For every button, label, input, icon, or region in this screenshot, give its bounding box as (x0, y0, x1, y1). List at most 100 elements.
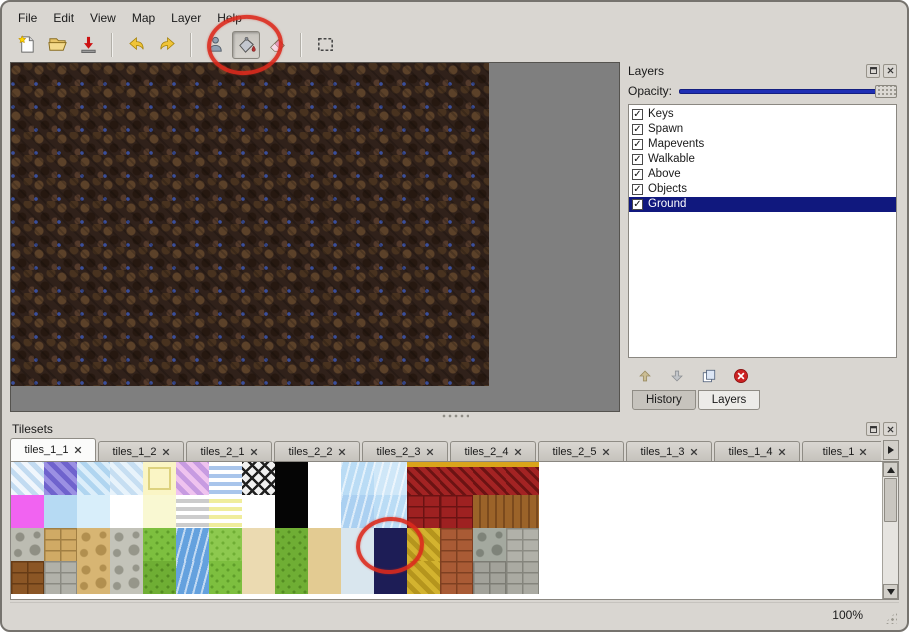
tileset-tile[interactable] (473, 528, 506, 561)
close-tab-icon[interactable] (74, 446, 82, 454)
layer-row-ground[interactable]: ✓Ground (629, 197, 896, 212)
lower-layer-button[interactable] (668, 367, 686, 385)
tileset-tile[interactable] (11, 462, 44, 495)
tileset-tile[interactable] (374, 462, 407, 495)
tileset-tile[interactable] (275, 561, 308, 594)
layer-visibility-checkbox[interactable]: ✓ (632, 154, 643, 165)
scrollbar-track[interactable] (883, 523, 898, 584)
tileset-tile[interactable] (11, 561, 44, 594)
layer-visibility-checkbox[interactable]: ✓ (632, 184, 643, 195)
menu-item-help[interactable]: Help (209, 9, 250, 27)
tileset-tile[interactable] (77, 528, 110, 561)
layer-visibility-checkbox[interactable]: ✓ (632, 169, 643, 180)
tileset-tile[interactable] (143, 462, 176, 495)
layer-row-walkable[interactable]: ✓Walkable (629, 152, 896, 167)
tileset-tile[interactable] (374, 528, 407, 561)
horizontal-splitter[interactable] (10, 412, 899, 420)
select-rect-button[interactable] (311, 31, 339, 59)
tileset-tile[interactable] (506, 561, 539, 594)
tileset-tile[interactable] (242, 462, 275, 495)
tileset-tile[interactable] (242, 495, 275, 528)
tileset-tile[interactable] (308, 462, 341, 495)
delete-layer-button[interactable] (732, 367, 750, 385)
opacity-slider-track[interactable] (679, 89, 894, 94)
tileset-tile[interactable] (308, 561, 341, 594)
tileset-tab-tiles_2_1[interactable]: tiles_2_1 (186, 441, 272, 461)
tileset-tile[interactable] (143, 561, 176, 594)
tileset-tile[interactable] (275, 462, 308, 495)
tileset-tile[interactable] (77, 561, 110, 594)
tileset-tile[interactable] (11, 528, 44, 561)
panel-tab-history[interactable]: History (632, 390, 696, 410)
scrollbar-thumb[interactable] (884, 478, 897, 522)
tileset-tab-tiles_2_3[interactable]: tiles_2_3 (362, 441, 448, 461)
tileset-tile[interactable] (209, 528, 242, 561)
layer-row-above[interactable]: ✓Above (629, 167, 896, 182)
tileset-tile[interactable] (77, 462, 110, 495)
tileset-tile[interactable] (209, 462, 242, 495)
menu-item-file[interactable]: File (10, 9, 45, 27)
tileset-tile[interactable] (242, 561, 275, 594)
duplicate-layer-button[interactable] (700, 367, 718, 385)
tileset-tile[interactable] (308, 495, 341, 528)
raise-layer-button[interactable] (636, 367, 654, 385)
tab-scroll-right-button[interactable] (883, 440, 899, 460)
tileset-tile[interactable] (143, 528, 176, 561)
tileset-tile[interactable] (77, 495, 110, 528)
paint-bucket-button[interactable] (232, 31, 260, 59)
scroll-down-button[interactable] (883, 584, 898, 599)
tileset-tile[interactable] (440, 462, 473, 495)
tileset-tab-tiles_2_2[interactable]: tiles_2_2 (274, 441, 360, 461)
tileset-tile[interactable] (374, 495, 407, 528)
tileset-tab-tiles_2_5[interactable]: tiles_2_5 (538, 441, 624, 461)
tileset-tile[interactable] (44, 462, 77, 495)
tileset-tile[interactable] (440, 561, 473, 594)
tileset-tile[interactable] (407, 528, 440, 561)
tileset-tile[interactable] (176, 462, 209, 495)
tileset-tile[interactable] (110, 528, 143, 561)
save-button[interactable] (74, 31, 102, 59)
tileset-tile[interactable] (242, 528, 275, 561)
tileset-tab-tiles_2_4[interactable]: tiles_2_4 (450, 441, 536, 461)
close-tab-icon[interactable] (690, 448, 698, 456)
resize-grip[interactable] (884, 611, 897, 624)
layer-row-mapevents[interactable]: ✓Mapevents (629, 137, 896, 152)
tileset-tile[interactable] (275, 528, 308, 561)
float-panel-button[interactable] (866, 64, 880, 78)
tileset-tile[interactable] (473, 561, 506, 594)
tileset-tile[interactable] (44, 495, 77, 528)
opacity-slider[interactable] (679, 84, 897, 98)
tileset-tile[interactable] (341, 528, 374, 561)
close-tab-icon[interactable] (162, 448, 170, 456)
close-tab-icon[interactable] (250, 448, 258, 456)
close-tab-icon[interactable] (602, 448, 610, 456)
tileset-tile[interactable] (407, 561, 440, 594)
close-panel-button[interactable] (883, 422, 897, 436)
tileset-tile[interactable] (176, 495, 209, 528)
panel-tab-layers[interactable]: Layers (698, 390, 761, 410)
new-file-button[interactable] (12, 31, 40, 59)
layer-row-spawn[interactable]: ✓Spawn (629, 122, 896, 137)
tileset-tab-tiles_1[interactable]: tiles_1 (802, 441, 881, 461)
layer-row-objects[interactable]: ✓Objects (629, 182, 896, 197)
tileset-tile[interactable] (407, 495, 440, 528)
tileset-tile[interactable] (506, 462, 539, 495)
tileset-tile[interactable] (44, 561, 77, 594)
tileset-tile[interactable] (176, 561, 209, 594)
menu-item-view[interactable]: View (82, 9, 124, 27)
tileset-tile[interactable] (176, 528, 209, 561)
tileset-tab-tiles_1_1[interactable]: tiles_1_1 (10, 438, 96, 461)
layer-visibility-checkbox[interactable]: ✓ (632, 199, 643, 210)
layer-row-keys[interactable]: ✓Keys (629, 107, 896, 122)
tileset-tile[interactable] (110, 462, 143, 495)
float-panel-button[interactable] (866, 422, 880, 436)
tileset-scrollbar[interactable] (882, 462, 898, 599)
tileset-tab-tiles_1_4[interactable]: tiles_1_4 (714, 441, 800, 461)
tileset-tile[interactable] (143, 495, 176, 528)
redo-button[interactable] (153, 31, 181, 59)
layer-visibility-checkbox[interactable]: ✓ (632, 139, 643, 150)
menu-item-edit[interactable]: Edit (45, 9, 82, 27)
close-tab-icon[interactable] (338, 448, 346, 456)
tileset-tile[interactable] (44, 528, 77, 561)
eraser-button[interactable] (263, 31, 291, 59)
